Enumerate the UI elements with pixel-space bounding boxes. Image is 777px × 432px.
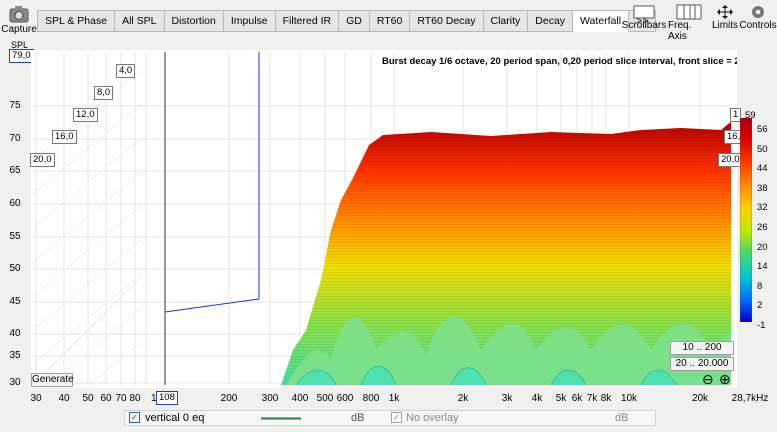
y-tick-label: 50 — [9, 263, 21, 274]
tab-rt60[interactable]: RT60 — [369, 10, 411, 32]
x-cursor-input[interactable]: 108 — [156, 391, 178, 405]
camera-icon — [9, 6, 29, 23]
depth-label-4: 4,0 — [116, 64, 136, 78]
move-arrows-icon — [717, 5, 733, 19]
limits-label: Limits — [711, 20, 739, 31]
x-tick-label: 28,7kHz — [731, 393, 769, 404]
tab-waterfall[interactable]: Waterfall — [573, 10, 630, 32]
colorbar-label: 26 — [757, 222, 768, 233]
tab-all-spl[interactable]: All SPL — [115, 10, 165, 32]
colorbar-label: 50 — [757, 143, 768, 155]
x-tick-label: 8k — [600, 393, 612, 404]
x-tick-label: 70 — [115, 393, 127, 404]
x-tick-label: 400 — [291, 393, 309, 404]
x-zoom-in-icon[interactable]: ⊕ — [719, 371, 731, 388]
legend-item1-label: vertical 0 eq — [145, 412, 205, 424]
x-tick-label: 4k — [531, 393, 543, 404]
depth-right-20: 20,0 — [718, 153, 743, 167]
legend-item2-unit: dB — [615, 412, 629, 424]
x-tick-label: 800 — [362, 393, 380, 404]
y-max-input[interactable]: 79,0 — [9, 49, 34, 63]
colorbar-label: 8 — [757, 280, 763, 292]
legend-item1-swatch — [261, 417, 301, 420]
x-tick-label: 7k — [586, 393, 598, 404]
x-tick-label: 20k — [691, 393, 709, 404]
generate-button[interactable]: Generate — [31, 373, 74, 387]
waterfall-plot[interactable]: Burst decay 1/6 octave, 20 period span, … — [31, 50, 737, 388]
colorbar-label: 20 — [757, 241, 768, 253]
gear-icon — [752, 6, 764, 18]
controls-label: Controls — [739, 20, 777, 31]
x-tick-label: 6k — [571, 393, 583, 404]
scrollbars-button[interactable]: Scrollbars — [622, 4, 666, 31]
depth-label-8: 8,0 — [94, 86, 114, 100]
tab-gd[interactable]: GD — [339, 10, 370, 32]
y-tick-label: 75 — [9, 100, 21, 111]
tab-distortion[interactable]: Distortion — [164, 10, 224, 32]
freq-axis-icon — [676, 4, 702, 20]
colorbar-label: 56 — [757, 124, 768, 135]
tab-spl-phase[interactable]: SPL & Phase — [37, 10, 116, 32]
tab-decay[interactable]: Decay — [528, 10, 574, 32]
depth-label-20: 20,0 — [30, 153, 55, 167]
x-tick-label: 50 — [82, 393, 94, 404]
limits-button[interactable]: Limits — [709, 4, 741, 31]
legend-bar: ✓ vertical 0 eq dB ✓ No overlay dB — [124, 410, 656, 426]
no-overlay-checkbox[interactable]: ✓ — [391, 412, 402, 423]
vertical-eq-checkbox[interactable]: ✓ — [129, 412, 140, 423]
x-tick-label: 1k — [388, 393, 400, 404]
x-tick-label: 60 — [100, 393, 112, 404]
x-tick-label: 500 — [316, 393, 334, 404]
x-tick-label: 5k — [555, 393, 567, 404]
range-10-200-button[interactable]: 10 .. 200 — [670, 341, 734, 355]
capture-button[interactable]: Capture — [1, 4, 37, 35]
freq-axis-label: Freq. Axis — [668, 20, 692, 42]
tab-clarity[interactable]: Clarity — [483, 10, 529, 32]
y-tick-label: 65 — [9, 165, 21, 176]
scrollbars-label: Scrollbars — [621, 20, 667, 31]
cursor-base-line — [164, 298, 260, 313]
y-tick-label: 30 — [9, 377, 21, 388]
controls-button[interactable]: Controls — [739, 4, 777, 31]
tab-filtered-ir[interactable]: Filtered IR — [275, 10, 340, 32]
x-tick-label: 30 — [30, 393, 42, 404]
y-tick-label: 55 — [9, 231, 21, 242]
legend-item2-label: No overlay — [406, 412, 459, 424]
colorbar-label: 59 — [745, 110, 756, 121]
depth-label-12: 12,0 — [73, 108, 98, 122]
colorbar-label: 38 — [757, 182, 768, 194]
colorbar-label: -1 — [757, 320, 766, 331]
x-tick-label: 200 — [220, 393, 238, 404]
graph-tabs: SPL & Phase All SPL Distortion Impulse Filte… — [37, 10, 657, 32]
y-tick-label: 40 — [9, 328, 21, 339]
y-tick-label: 70 — [9, 133, 21, 144]
x-tick-label: 10k — [620, 393, 638, 404]
waterfall-surface — [281, 122, 731, 386]
y-tick-label: 45 — [9, 296, 21, 307]
app-window: Capture SPL & Phase All SPL Distortion Impu… — [0, 0, 777, 432]
plot-title: Burst decay 1/6 octave, 20 period span, … — [382, 56, 737, 67]
x-tick-label: 3k — [501, 393, 513, 404]
scrollbars-icon — [633, 5, 655, 19]
y-tick-label: 60 — [9, 198, 21, 209]
colorbar — [740, 118, 752, 322]
tab-impulse[interactable]: Impulse — [223, 10, 276, 32]
colorbar-label: 44 — [757, 163, 768, 175]
range-20-20000-button[interactable]: 20 .. 20.000 — [670, 357, 734, 371]
x-tick-label: 40 — [58, 393, 70, 404]
colorbar-label: 14 — [757, 261, 768, 273]
x-tick-label: 2k — [457, 393, 469, 404]
depth-label-16: 16,0 — [52, 130, 77, 144]
colorbar-label: 2 — [757, 300, 763, 312]
y-tick-label: 35 — [9, 350, 21, 361]
colorbar-label: 32 — [757, 202, 768, 214]
tab-rt60-decay[interactable]: RT60 Decay — [410, 10, 484, 32]
x-tick-label: 600 — [336, 393, 354, 404]
freq-axis-button[interactable]: Freq. Axis — [668, 4, 710, 42]
x-zoom-out-icon[interactable]: ⊖ — [702, 371, 714, 388]
legend-item1-unit: dB — [351, 412, 365, 424]
x-tick-label: 80 — [129, 393, 141, 404]
x-tick-label: 300 — [261, 393, 279, 404]
capture-label: Capture — [1, 24, 37, 35]
